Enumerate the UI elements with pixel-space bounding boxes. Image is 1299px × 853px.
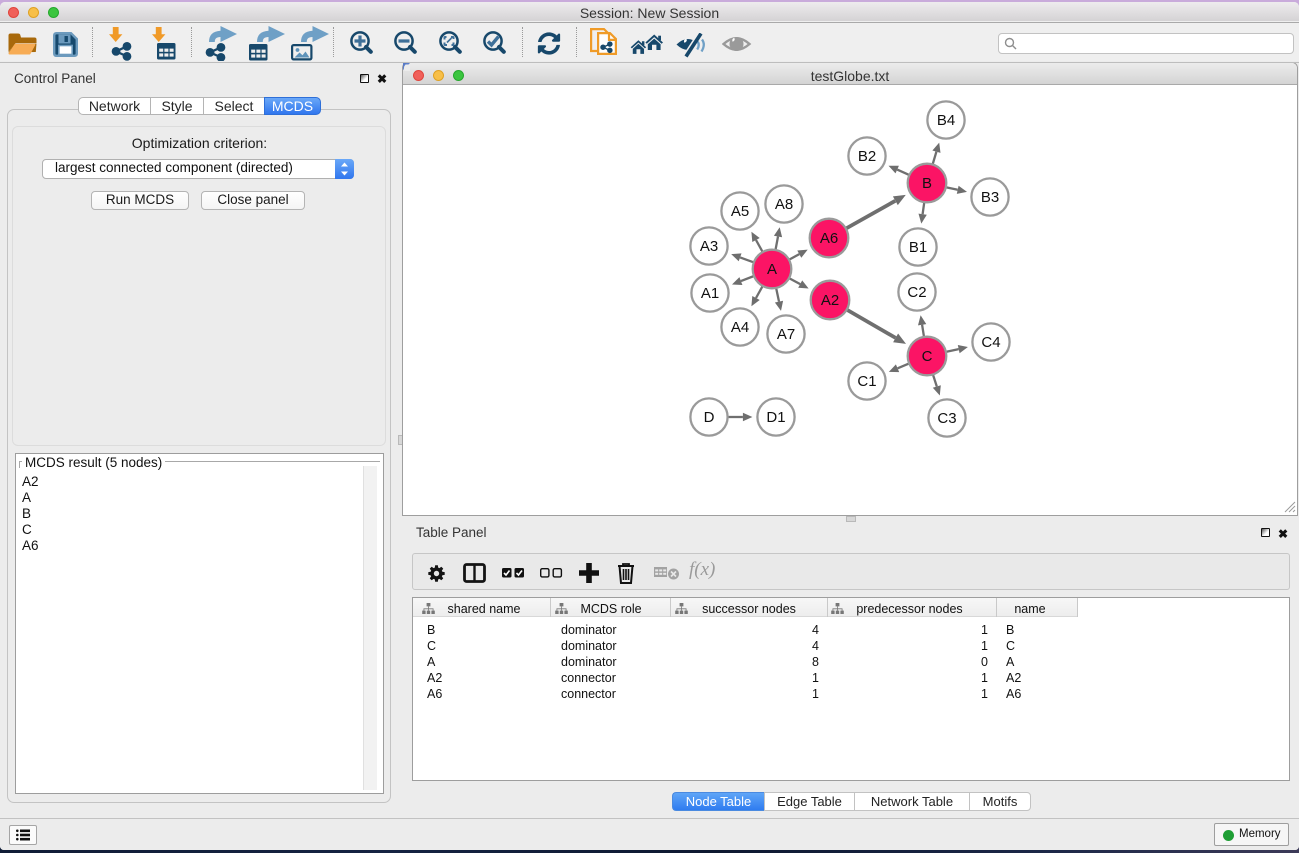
svg-text:C2: C2 (907, 284, 926, 301)
svg-text:A2: A2 (821, 292, 839, 309)
svg-text:B2: B2 (858, 148, 876, 165)
svg-text:B: B (922, 175, 932, 192)
svg-text:D1: D1 (766, 409, 785, 426)
svg-text:A: A (767, 261, 777, 278)
svg-text:B3: B3 (981, 189, 999, 206)
svg-text:D: D (704, 409, 715, 426)
svg-text:C: C (922, 348, 933, 365)
svg-text:A6: A6 (820, 230, 838, 247)
svg-text:A5: A5 (731, 203, 749, 220)
svg-text:B1: B1 (909, 239, 927, 256)
svg-text:A7: A7 (777, 326, 795, 343)
svg-text:A4: A4 (731, 319, 749, 336)
svg-text:C4: C4 (981, 334, 1000, 351)
svg-text:A3: A3 (700, 238, 718, 255)
svg-text:A8: A8 (775, 196, 793, 213)
svg-text:A1: A1 (701, 285, 719, 302)
svg-text:B4: B4 (937, 112, 955, 129)
svg-text:C3: C3 (937, 410, 956, 427)
svg-text:C1: C1 (857, 373, 876, 390)
